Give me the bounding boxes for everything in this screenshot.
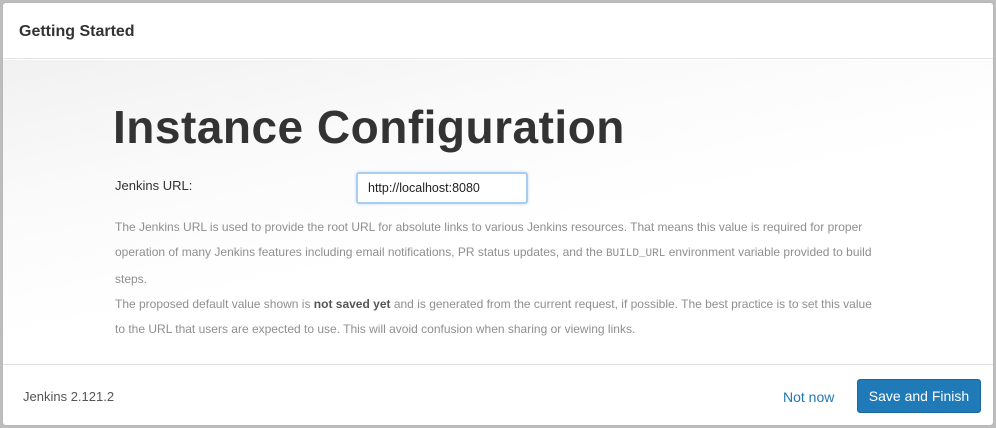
not-now-link[interactable]: Not now (783, 389, 834, 405)
help-paragraph-1: The Jenkins URL is used to provide the r… (115, 220, 872, 286)
not-saved-emphasis: not saved yet (313, 297, 391, 311)
dialog-title: Getting Started (19, 23, 135, 40)
dialog-footer: Jenkins 2.121.2 Not now Save and Finish (3, 364, 993, 425)
page-title: Instance Configuration (113, 101, 625, 153)
help-paragraph-2: The proposed default value shown is not … (115, 297, 872, 336)
setup-dialog: Getting Started Instance Configuration J… (2, 2, 994, 426)
jenkins-url-input[interactable] (356, 172, 528, 204)
jenkins-url-label: Jenkins URL: (115, 178, 193, 193)
build-url-code: BUILD_URL (605, 248, 666, 260)
dialog-body: Instance Configuration Jenkins URL: The … (3, 60, 993, 364)
save-and-finish-button[interactable]: Save and Finish (857, 379, 981, 413)
dialog-header: Getting Started (3, 3, 993, 59)
url-help-text: The Jenkins URL is used to provide the r… (115, 215, 885, 342)
jenkins-version: Jenkins 2.121.2 (23, 389, 115, 404)
